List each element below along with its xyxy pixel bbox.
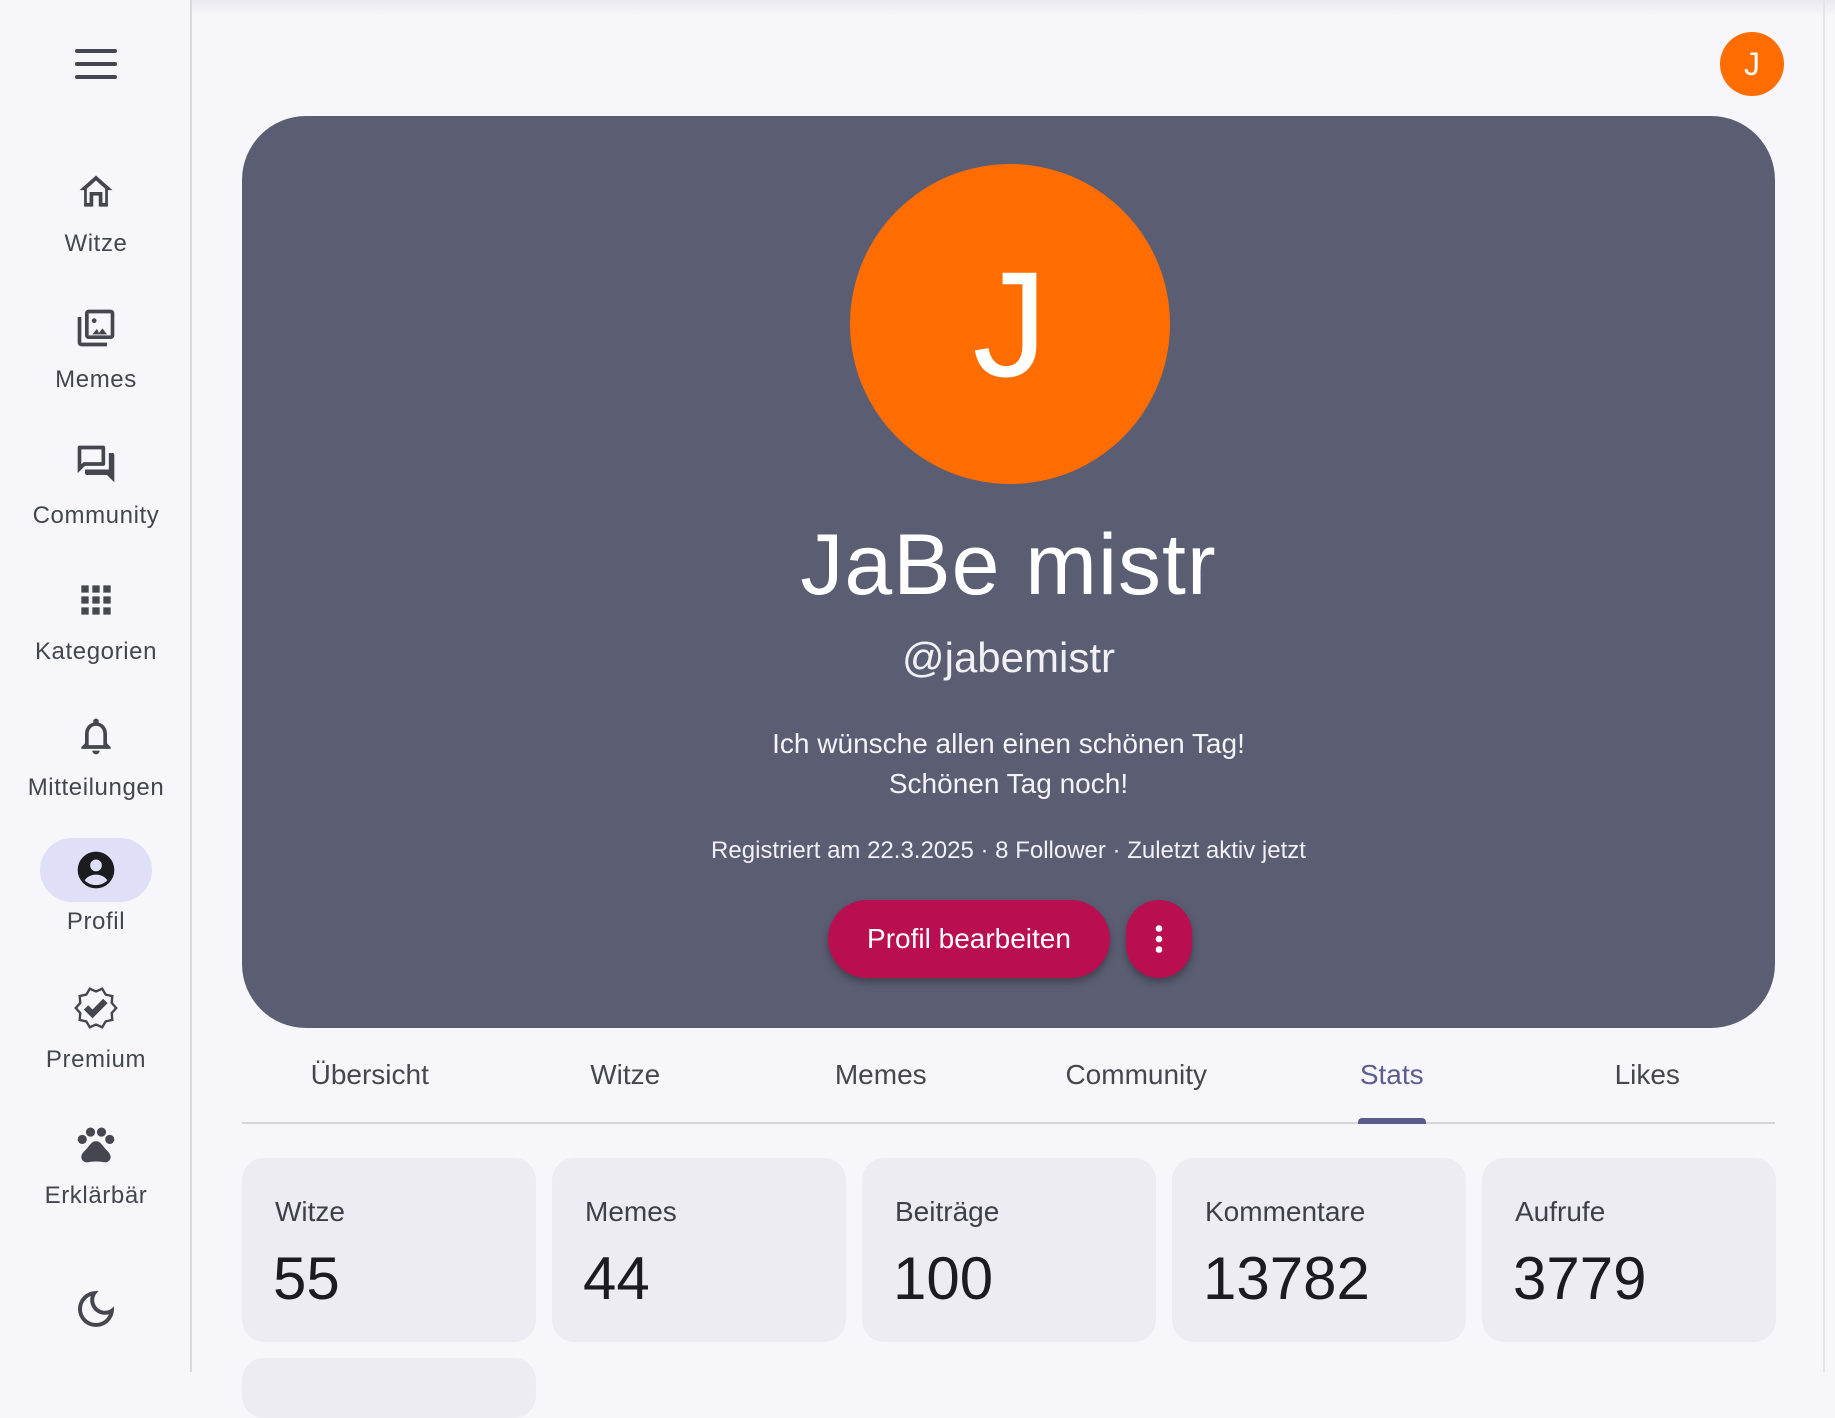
stat-value: 55: [273, 1245, 340, 1312]
tab-likes[interactable]: Likes: [1520, 1028, 1776, 1122]
top-app-bar: [192, 0, 1835, 16]
stat-card-partial: [242, 1358, 536, 1418]
nav-label: Witze: [64, 230, 128, 257]
nav-item-witze[interactable]: Witze: [0, 160, 192, 258]
nav-item-erklaerbaer[interactable]: Erklärbär: [0, 1112, 192, 1210]
username: @jabemistr: [901, 634, 1115, 681]
bell-icon: [40, 704, 152, 768]
stat-card-kommentare: Kommentare 13782: [1172, 1158, 1466, 1342]
profile-bio: Ich wünsche allen einen schönen Tag! Sch…: [242, 724, 1775, 804]
stat-label: Memes: [585, 1196, 677, 1227]
more-vertical-icon: [1155, 925, 1163, 953]
apps-grid-icon: [40, 568, 152, 632]
tab-label: Stats: [1359, 1059, 1424, 1090]
nav-item-profil[interactable]: Profil: [0, 838, 192, 936]
nav-label: Community: [32, 502, 160, 529]
nav-label: Erklärbär: [44, 1182, 148, 1209]
display-name: JaBe mistr: [800, 517, 1217, 613]
tab-label: Likes: [1614, 1059, 1680, 1090]
stat-card-aufrufe: Aufrufe 3779: [1482, 1158, 1776, 1342]
navigation-rail: Witze Memes Community Kategorien Mitteil…: [0, 0, 192, 1372]
tab-label: Witze: [590, 1059, 661, 1090]
forum-icon: [40, 432, 152, 496]
bio-line: Schönen Tag noch!: [888, 768, 1129, 799]
moon-icon[interactable]: [72, 1285, 120, 1333]
nav-label: Premium: [45, 1046, 147, 1073]
active-tab-indicator: [1357, 1118, 1426, 1124]
more-options-button[interactable]: [1126, 900, 1192, 978]
nav-label: Mitteilungen: [27, 774, 165, 801]
tab-community[interactable]: Community: [1009, 1028, 1265, 1122]
profile-header-card: J JaBe mistr @jabemistr Ich wünsche alle…: [242, 116, 1775, 1028]
profile-avatar: J: [850, 164, 1170, 484]
stat-label: Witze: [275, 1196, 345, 1227]
nav-item-community[interactable]: Community: [0, 432, 192, 530]
nav-label: Profil: [66, 908, 126, 935]
header-avatar[interactable]: J: [1720, 32, 1784, 96]
stat-value: 100: [893, 1245, 994, 1312]
nav-label: Kategorien: [34, 638, 158, 665]
nav-label: Memes: [55, 366, 137, 393]
stat-card-memes: Memes 44: [552, 1158, 846, 1342]
tab-uebersicht[interactable]: Übersicht: [242, 1028, 498, 1122]
nav-item-memes[interactable]: Memes: [0, 296, 192, 394]
bio-line: Ich wünsche allen einen schönen Tag!: [772, 728, 1245, 759]
stat-value: 13782: [1203, 1245, 1370, 1312]
tab-label: Memes: [834, 1059, 927, 1090]
stat-value: 3779: [1513, 1245, 1647, 1312]
stat-label: Aufrufe: [1515, 1196, 1606, 1227]
hamburger-menu-icon[interactable]: [75, 49, 117, 79]
stat-value: 44: [583, 1245, 650, 1312]
edit-profile-button[interactable]: Profil bearbeiten: [828, 900, 1110, 978]
nav-item-mitteilungen[interactable]: Mitteilungen: [0, 704, 192, 802]
home-icon: [40, 160, 152, 224]
nav-item-kategorien[interactable]: Kategorien: [0, 568, 192, 666]
stat-label: Beiträge: [895, 1196, 1000, 1227]
account-circle-icon: [40, 838, 152, 902]
tab-label: Community: [1065, 1059, 1208, 1090]
tab-label: Übersicht: [310, 1059, 429, 1090]
stat-card-witze: Witze 55: [242, 1158, 536, 1342]
scrollbar-track: [1823, 0, 1825, 1372]
stat-card-beitraege: Beiträge 100: [862, 1158, 1156, 1342]
profile-tabs: Übersicht Witze Memes Community Stats Li…: [242, 1028, 1775, 1124]
tab-stats[interactable]: Stats: [1264, 1028, 1520, 1124]
stat-label: Kommentare: [1205, 1196, 1366, 1227]
paw-icon: [40, 1112, 152, 1176]
tab-witze[interactable]: Witze: [498, 1028, 754, 1122]
nav-item-premium[interactable]: Premium: [0, 976, 192, 1074]
photo-library-icon: [40, 296, 152, 360]
profile-meta: Registriert am 22.3.2025 · 8 Follower · …: [711, 837, 1306, 864]
verified-badge-icon: [40, 976, 152, 1040]
tab-memes[interactable]: Memes: [753, 1028, 1009, 1122]
